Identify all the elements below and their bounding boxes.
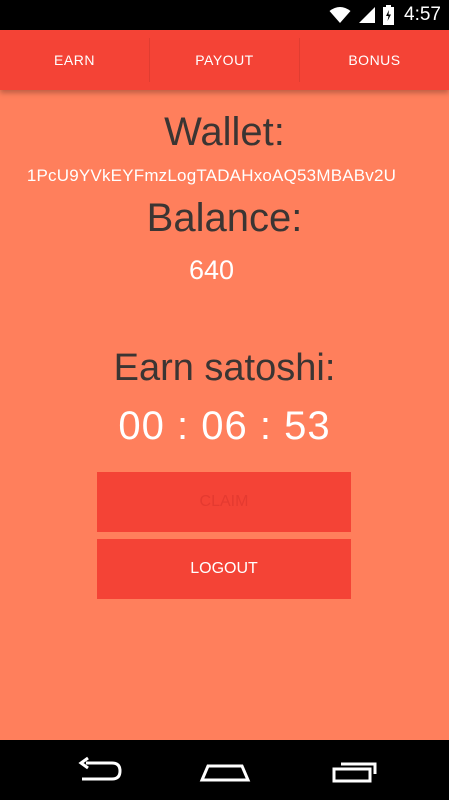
- app-screen: 4:57 EARN PAYOUT BONUS Wallet: 1PcU9YVkE…: [0, 0, 449, 800]
- battery-icon: [383, 5, 395, 25]
- tab-earn[interactable]: EARN: [0, 30, 149, 90]
- tab-bonus[interactable]: BONUS: [300, 30, 449, 90]
- status-bar: 4:57: [0, 0, 449, 30]
- signal-icon: [359, 7, 376, 23]
- recent-apps-icon[interactable]: [325, 750, 385, 790]
- wifi-icon: [329, 7, 351, 23]
- tab-bar: EARN PAYOUT BONUS: [0, 30, 449, 90]
- countdown-timer: 00 : 06 : 53: [118, 404, 331, 448]
- main-content: Wallet: 1PcU9YVkEYFmzLogTADAHxoAQ53MBABv…: [0, 90, 449, 740]
- wallet-address: 1PcU9YVkEYFmzLogTADAHxoAQ53MBABv2U: [26, 166, 397, 185]
- balance-value: 640: [188, 255, 235, 285]
- earn-heading: Earn satoshi:: [113, 347, 336, 389]
- tab-payout[interactable]: PAYOUT: [150, 30, 299, 90]
- status-time: 4:57: [404, 4, 441, 25]
- claim-button[interactable]: CLAIM: [97, 472, 351, 532]
- status-icons: 4:57: [329, 0, 441, 30]
- balance-heading: Balance:: [146, 196, 303, 240]
- back-icon[interactable]: [70, 750, 130, 790]
- navigation-bar: [0, 740, 449, 800]
- home-icon[interactable]: [195, 750, 255, 790]
- logout-button[interactable]: LOGOUT: [97, 539, 351, 599]
- wallet-heading: Wallet:: [164, 110, 285, 154]
